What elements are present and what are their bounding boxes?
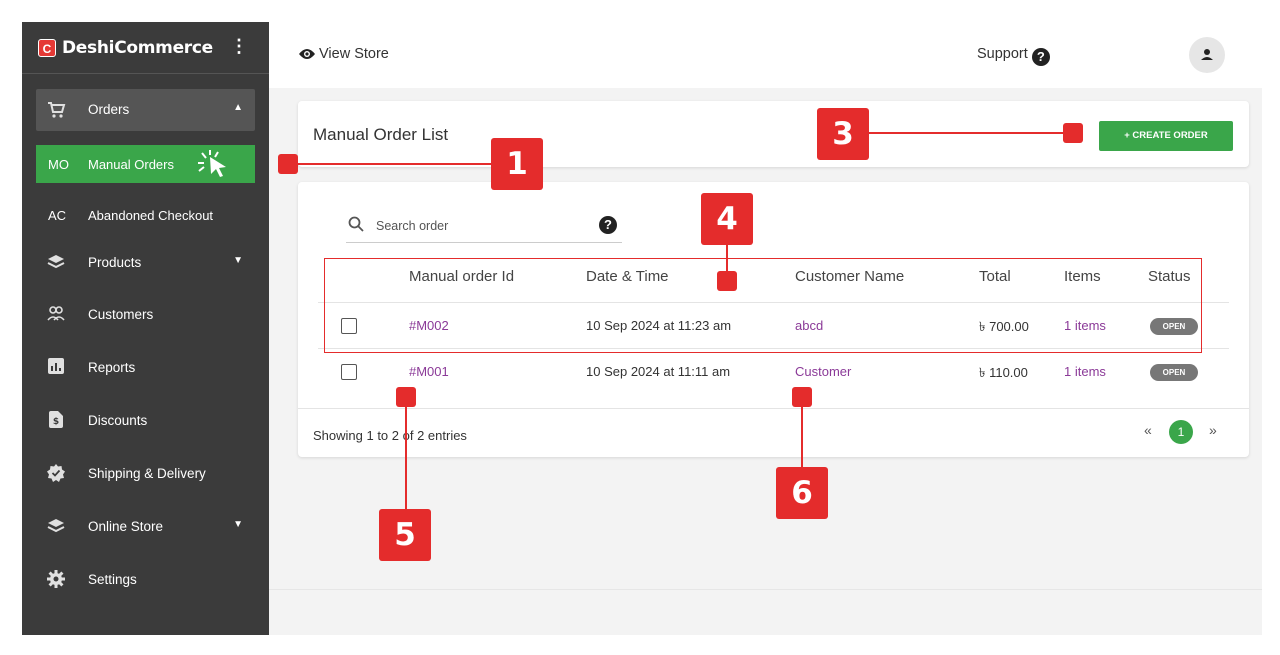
page-title: Manual Order List <box>313 125 449 144</box>
status-badge: OPEN <box>1150 364 1198 381</box>
cart-icon <box>46 100 66 120</box>
settings-icon <box>46 570 66 590</box>
items-link[interactable]: 1 items <box>1064 364 1106 379</box>
sidebar-item-abandoned-checkout[interactable]: AC Abandoned Checkout <box>36 196 255 234</box>
annotation-highlight-box <box>324 258 1202 353</box>
online-store-icon <box>46 517 66 537</box>
sidebar-item-label: Reports <box>88 360 136 375</box>
pagination: « 1 » <box>1144 420 1234 444</box>
annotation-label: 6 <box>776 467 828 519</box>
view-store-label: View Store <box>319 46 389 62</box>
products-icon <box>46 253 66 273</box>
top-bar: View Store Support ? <box>269 22 1262 88</box>
annotation-marker <box>792 387 812 407</box>
sidebar-menu-icon[interactable]: ⋮ <box>230 36 248 57</box>
annotation-label: 5 <box>379 509 431 561</box>
content-divider <box>269 589 1262 590</box>
sidebar-item-discounts[interactable]: $ Discounts <box>36 400 255 442</box>
sidebar-item-label: Products <box>88 255 142 270</box>
table-divider <box>298 408 1249 409</box>
cursor-click-icon <box>194 149 236 182</box>
support-label: Support <box>977 46 1028 62</box>
annotation-label: 4 <box>701 193 753 245</box>
user-icon <box>1201 49 1213 60</box>
annotation-line <box>726 245 728 273</box>
reports-icon <box>46 358 66 378</box>
user-avatar[interactable] <box>1189 37 1225 73</box>
caret-down-icon: ▼ <box>233 519 243 530</box>
order-list-header-card: Manual Order List + CREATE ORDER <box>298 101 1249 167</box>
sidebar-item-abbr: AC <box>48 208 67 223</box>
svg-text:$: $ <box>53 417 59 427</box>
annotation-marker <box>1063 123 1083 143</box>
sidebar-item-shipping[interactable]: Shipping & Delivery <box>36 453 255 495</box>
brand-bar: C DeshiCommerce ⋮ <box>22 22 269 74</box>
sidebar-item-online-store[interactable]: Online Store ▼ <box>36 506 255 548</box>
sidebar-item-settings[interactable]: Settings <box>36 559 255 601</box>
caret-down-icon: ▼ <box>233 255 243 266</box>
support-link[interactable]: Support ? <box>977 46 1050 66</box>
table-row: #M001 10 Sep 2024 at 11:11 am Customer ৳… <box>318 348 1229 394</box>
order-id-link[interactable]: #M001 <box>409 364 449 379</box>
sidebar-item-products[interactable]: Products ▼ <box>36 242 255 284</box>
pagination-prev[interactable]: « <box>1144 422 1152 438</box>
annotation-line <box>405 405 407 509</box>
entries-info: Showing 1 to 2 of 2 entries <box>313 428 467 443</box>
sidebar-item-abbr: MO <box>48 157 69 172</box>
annotation-marker <box>396 387 416 407</box>
order-total: ৳ 110.00 <box>979 365 1028 380</box>
annotation-line <box>801 405 803 467</box>
annotation-label: 3 <box>817 108 869 160</box>
annotation-marker <box>278 154 298 174</box>
search-help-icon[interactable]: ? <box>599 216 617 234</box>
sidebar-item-manual-orders[interactable]: MO Manual Orders <box>36 145 255 183</box>
sidebar-item-reports[interactable]: Reports <box>36 347 255 389</box>
sidebar-item-label: Online Store <box>88 519 164 534</box>
discounts-icon: $ <box>46 411 66 431</box>
create-order-button[interactable]: + CREATE ORDER <box>1099 121 1233 151</box>
sidebar-item-label: Manual Orders <box>88 157 174 172</box>
annotation-label: 1 <box>491 138 543 190</box>
help-icon: ? <box>1031 48 1050 66</box>
shipping-icon <box>46 464 66 484</box>
sidebar-item-label: Discounts <box>88 413 148 428</box>
search-input[interactable] <box>376 219 556 233</box>
annotation-line <box>869 132 1063 134</box>
brand-logo: C <box>38 39 56 57</box>
search-icon <box>348 216 364 237</box>
eye-icon <box>299 48 315 64</box>
pagination-next[interactable]: » <box>1209 422 1217 438</box>
pagination-page-1[interactable]: 1 <box>1169 420 1193 444</box>
sidebar-item-label: Shipping & Delivery <box>88 466 206 481</box>
view-store-link[interactable]: View Store <box>299 46 389 64</box>
sidebar-item-customers[interactable]: Customers <box>36 294 255 336</box>
sidebar-item-orders[interactable]: Orders ▲ <box>36 89 255 131</box>
order-datetime: 10 Sep 2024 at 11:11 am <box>586 364 731 379</box>
brand-name: DeshiCommerce <box>62 38 213 58</box>
sidebar-item-label: Customers <box>88 307 154 322</box>
annotation-line <box>296 163 491 165</box>
caret-up-icon: ▲ <box>233 102 243 113</box>
sidebar-item-label: Abandoned Checkout <box>88 208 214 223</box>
sidebar: C DeshiCommerce ⋮ Orders ▲ MO Manual Ord… <box>22 22 269 635</box>
sidebar-item-label: Orders <box>88 102 130 117</box>
customer-link[interactable]: Customer <box>795 364 851 379</box>
search-bar: ? <box>346 211 622 243</box>
row-checkbox[interactable] <box>341 364 357 380</box>
sidebar-item-label: Settings <box>88 572 137 587</box>
customers-icon <box>46 305 66 325</box>
annotation-marker <box>717 271 737 291</box>
